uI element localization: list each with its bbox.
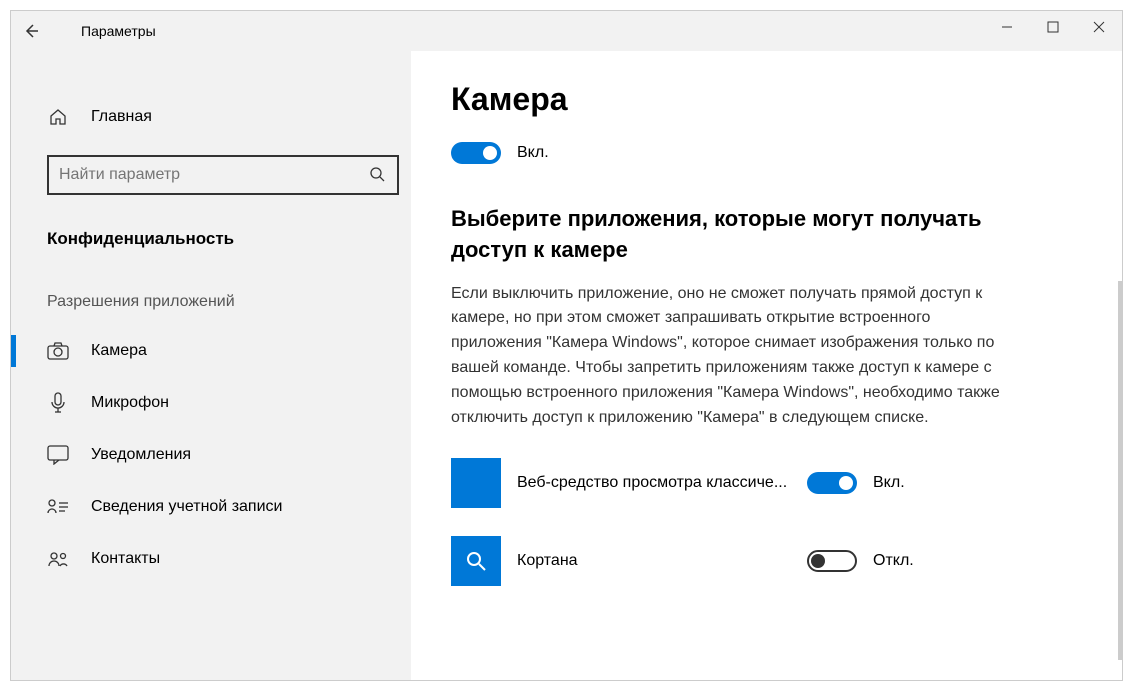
main-content: Камера Вкл. Выберите приложения, которые… [411,51,1122,680]
app-icon-cortana [451,536,501,586]
notifications-icon [47,444,69,466]
sidebar-item-notifications[interactable]: Уведомления [11,429,411,481]
sidebar-item-label: Контакты [91,550,160,568]
camera-icon [47,340,69,362]
back-button[interactable] [11,11,51,51]
search-icon [369,166,387,184]
master-toggle-row: Вкл. [451,142,1062,164]
description: Если выключить приложение, оно не сможет… [451,282,1011,431]
minimize-button[interactable] [984,11,1030,43]
app-name: Кортана [517,552,807,570]
search-input[interactable] [59,166,369,184]
sidebar-item-label: Микрофон [91,394,169,412]
sidebar-item-label: Уведомления [91,446,191,464]
app-toggle-label: Вкл. [873,474,905,492]
sidebar-item-contacts[interactable]: Контакты [11,533,411,585]
window-controls [984,11,1122,43]
app-row: Кортана Откл. [451,536,1062,586]
app-toggle-label: Откл. [873,552,914,570]
sidebar-item-camera[interactable]: Камера [11,325,411,377]
sub-title: Выберите приложения, которые могут получ… [451,204,1062,266]
settings-window: Параметры Главная [10,10,1123,681]
app-toggle[interactable] [807,550,857,572]
page-title: Камера [451,81,1062,118]
app-toggle[interactable] [807,472,857,494]
sidebar-item-account-info[interactable]: Сведения учетной записи [11,481,411,533]
contacts-icon [47,548,69,570]
sidebar-item-label: Сведения учетной записи [91,498,282,516]
window-title: Параметры [81,23,156,39]
close-button[interactable] [1076,11,1122,43]
close-icon [1093,21,1105,33]
account-info-icon [47,496,69,518]
microphone-icon [47,392,69,414]
sidebar-item-label: Камера [91,342,147,360]
maximize-button[interactable] [1030,11,1076,43]
sidebar-category: Конфиденциальность [11,215,411,263]
sidebar-home-label: Главная [91,108,152,126]
app-icon-viewer [451,458,501,508]
home-icon [47,106,69,128]
titlebar: Параметры [11,11,1122,51]
window-body: Главная Конфиденциальность Разрешения пр… [11,51,1122,680]
sidebar-home[interactable]: Главная [11,91,411,143]
scrollbar[interactable] [1118,281,1122,660]
arrow-left-icon [22,22,40,40]
master-toggle-label: Вкл. [517,144,549,162]
maximize-icon [1047,21,1059,33]
master-toggle[interactable] [451,142,501,164]
sidebar-section-header: Разрешения приложений [11,263,411,325]
search-box[interactable] [47,155,399,195]
app-name: Веб-средство просмотра классиче... [517,474,807,492]
sidebar-item-microphone[interactable]: Микрофон [11,377,411,429]
search-icon [465,550,487,572]
app-row: Веб-средство просмотра классиче... Вкл. [451,458,1062,508]
sidebar: Главная Конфиденциальность Разрешения пр… [11,51,411,680]
minimize-icon [1001,21,1013,33]
